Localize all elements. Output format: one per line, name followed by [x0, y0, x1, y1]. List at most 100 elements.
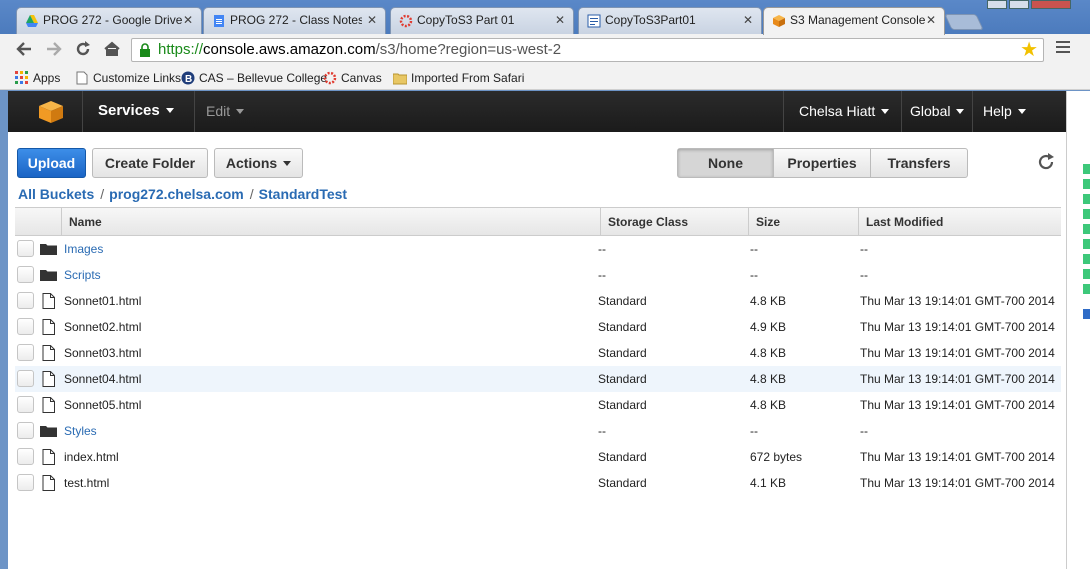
tab-google-drive[interactable]: PROG 272 - Google Drive ✕ [16, 7, 202, 34]
column-size[interactable]: Size [748, 208, 858, 236]
file-icon [40, 449, 57, 465]
home-icon[interactable] [101, 40, 123, 60]
services-menu[interactable]: Services [98, 102, 174, 119]
breadcrumb-all-buckets[interactable]: All Buckets [18, 186, 94, 202]
object-size: 4.1 KB [750, 476, 787, 490]
object-size: 4.8 KB [750, 372, 787, 386]
bookmark-label: Imported From Safari [411, 71, 525, 85]
storage-class: Standard [598, 398, 647, 412]
bookmark-canvas[interactable]: Canvas [323, 70, 382, 86]
tab-copytos3-part01[interactable]: CopyToS3 Part 01 ✕ [390, 7, 574, 34]
tab-copytos3part01-doc[interactable]: CopyToS3Part01 ✕ [578, 7, 762, 34]
table-row[interactable]: Sonnet03.html Standard 4.8 KB Thu Mar 13 19… [15, 340, 1061, 366]
upload-button[interactable]: Upload [17, 148, 86, 178]
actions-menu-button[interactable]: Actions [214, 148, 303, 178]
table-row[interactable]: Styles -- -- -- [15, 418, 1061, 444]
object-size: -- [750, 242, 758, 256]
tab-label: PROG 272 - Google Drive [43, 13, 183, 27]
file-icon [40, 345, 57, 361]
breadcrumb-folder[interactable]: StandardTest [259, 186, 347, 202]
view-transfers-button[interactable]: Transfers [871, 149, 967, 177]
lock-icon [140, 43, 150, 57]
aws-cube-icon [773, 15, 785, 27]
back-arrow-icon[interactable] [13, 40, 35, 60]
file-icon [40, 397, 57, 413]
object-name[interactable]: Scripts [64, 262, 101, 288]
storage-class: Standard [598, 476, 647, 490]
breadcrumb-bucket[interactable]: prog272.chelsa.com [109, 186, 244, 202]
last-modified: Thu Mar 13 19:14:01 GMT-700 2014 [860, 294, 1055, 308]
tab-s3-management-console[interactable]: S3 Management Console ✕ [763, 7, 945, 35]
storage-class: -- [598, 242, 606, 256]
page-icon [76, 71, 88, 85]
row-checkbox[interactable] [17, 318, 34, 335]
column-name[interactable]: Name [61, 208, 602, 236]
row-checkbox[interactable] [17, 448, 34, 465]
bookmark-imported-from-safari[interactable]: Imported From Safari [393, 70, 524, 86]
table-row[interactable]: Sonnet01.html Standard 4.8 KB Thu Mar 13 19… [15, 288, 1061, 314]
tab-class-notes[interactable]: PROG 272 - Class Notes - G ✕ [203, 7, 386, 34]
select-all-column[interactable] [15, 208, 45, 236]
close-icon[interactable]: ✕ [743, 13, 753, 27]
row-checkbox[interactable] [17, 422, 34, 439]
region-label: Global [910, 103, 951, 119]
address-bar[interactable]: https://console.aws.amazon.com/s3/home?r… [131, 38, 1044, 62]
close-icon[interactable]: ✕ [183, 13, 193, 27]
breadcrumb: All Buckets / prog272.chelsa.com / StandardT… [18, 186, 348, 202]
forward-arrow-icon[interactable] [43, 40, 65, 60]
bookmark-cas-bellevue[interactable]: B CAS – Bellevue College [181, 70, 327, 86]
row-checkbox[interactable] [17, 474, 34, 491]
new-tab-button[interactable] [944, 14, 984, 30]
table-row[interactable]: index.html Standard 672 bytes Thu Mar 13 19… [15, 444, 1061, 470]
table-row[interactable]: test.html Standard 4.1 KB Thu Mar 13 19:14:… [15, 470, 1061, 496]
table-row[interactable]: Scripts -- -- -- [15, 262, 1061, 288]
table-row[interactable]: Sonnet05.html Standard 4.8 KB Thu Mar 13 19… [15, 392, 1061, 418]
bookmark-star-icon[interactable]: ★ [1020, 39, 1038, 61]
row-checkbox[interactable] [17, 396, 34, 413]
create-folder-button[interactable]: Create Folder [92, 148, 208, 178]
table-row[interactable]: Sonnet02.html Standard 4.9 KB Thu Mar 13 19… [15, 314, 1061, 340]
view-none-button[interactable]: None [678, 149, 774, 177]
chrome-menu-icon[interactable] [1056, 41, 1070, 57]
object-size: 4.8 KB [750, 346, 787, 360]
reload-icon[interactable] [72, 40, 94, 60]
table-row[interactable]: Sonnet04.html Standard 4.8 KB Thu Mar 13 19… [15, 366, 1061, 392]
table-row[interactable]: Images -- -- -- [15, 236, 1061, 262]
last-modified: Thu Mar 13 19:14:01 GMT-700 2014 [860, 320, 1055, 334]
minimize-icon[interactable] [987, 0, 1007, 9]
object-name[interactable]: Images [64, 236, 103, 262]
refresh-icon[interactable] [1036, 152, 1056, 172]
window-close-icon[interactable] [1031, 0, 1071, 9]
bookmark-customize-links[interactable]: Customize Links [75, 70, 181, 86]
close-icon[interactable]: ✕ [926, 13, 936, 27]
column-last-modified[interactable]: Last Modified [858, 208, 1061, 236]
aws-top-nav: Services Edit Chelsa Hiatt Global Help [8, 91, 1066, 132]
url-path: /s3/home?region=us-west-2 [375, 41, 562, 58]
view-mode-toggle: None Properties Transfers [677, 148, 968, 178]
chevron-down-icon [956, 109, 965, 114]
help-menu[interactable]: Help [983, 103, 1026, 119]
column-storage-class[interactable]: Storage Class [600, 208, 749, 236]
close-icon[interactable]: ✕ [367, 13, 377, 27]
bookmark-apps[interactable]: Apps [15, 70, 60, 86]
row-checkbox[interactable] [17, 344, 34, 361]
aws-cube-icon[interactable] [38, 100, 64, 124]
row-checkbox[interactable] [17, 266, 34, 283]
bellevue-icon: B [181, 71, 195, 85]
browser-tab-strip: PROG 272 - Google Drive ✕ PROG 272 - Cla… [0, 0, 1090, 35]
row-checkbox[interactable] [17, 240, 34, 257]
view-properties-button[interactable]: Properties [774, 149, 871, 177]
row-checkbox[interactable] [17, 292, 34, 309]
row-checkbox[interactable] [17, 370, 34, 387]
last-modified: Thu Mar 13 19:14:01 GMT-700 2014 [860, 346, 1055, 360]
last-modified: -- [860, 424, 868, 438]
maximize-icon[interactable] [1009, 0, 1029, 9]
user-menu[interactable]: Chelsa Hiatt [799, 103, 890, 119]
close-icon[interactable]: ✕ [555, 13, 565, 27]
folder-icon [40, 241, 57, 257]
storage-class: Standard [598, 450, 647, 464]
region-menu[interactable]: Global [910, 103, 965, 119]
last-modified: -- [860, 268, 868, 282]
object-name[interactable]: Styles [64, 418, 97, 444]
edit-menu[interactable]: Edit [206, 103, 245, 119]
